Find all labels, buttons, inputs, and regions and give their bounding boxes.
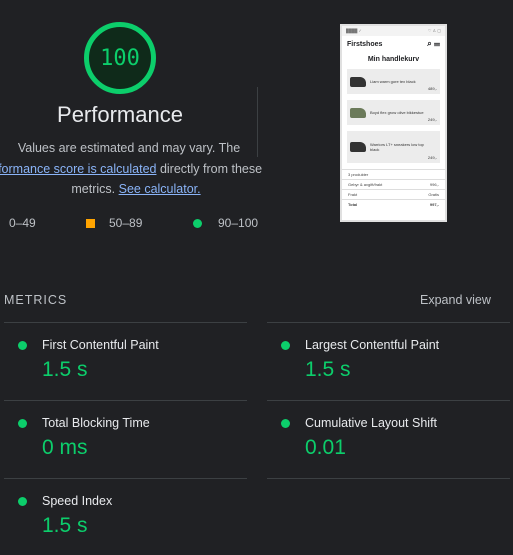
circle-icon <box>18 497 27 506</box>
category-title: Performance <box>57 102 183 127</box>
preview-topbar: ████ ✓ ♡ ♙ ▢ <box>342 26 445 36</box>
metric-label: Speed Index <box>42 494 113 508</box>
expand-view-button[interactable]: Expand view <box>420 293 491 307</box>
metric-label: Cumulative Layout Shift <box>305 416 438 430</box>
circle-icon <box>193 218 202 228</box>
summary-value: 997,- <box>429 202 439 207</box>
search-menu-icon: ⌕ ☰ <box>427 39 440 48</box>
summary-label: Frakt <box>348 192 358 197</box>
divider <box>267 478 510 479</box>
page-screenshot-thumbnail[interactable]: ████ ✓ ♡ ♙ ▢ Firstshoes ⌕ ☰ Min handlekur… <box>340 24 447 222</box>
divider <box>4 478 247 479</box>
divider <box>4 400 247 401</box>
preview-cart-item: Warriors LT+ sneakers low top black 249,… <box>347 131 440 163</box>
circle-icon <box>18 419 27 428</box>
legend-good-label: 90–100 <box>218 216 259 230</box>
summary-value: 996,- <box>429 182 439 187</box>
score-value: 100 <box>100 45 140 71</box>
description-lead-2: metrics. <box>71 182 119 196</box>
preview-summary-row: Frakt Gratis <box>342 189 445 199</box>
score-calculation-link[interactable]: performance score is calculated <box>0 162 156 176</box>
preview-summary-row: Gebyr & avgift/frakt 996,- <box>342 179 445 189</box>
metric-value: 0 ms <box>42 436 88 459</box>
preview-store-name: Firstshoes <box>347 40 383 48</box>
description-mid: directly from these <box>156 161 263 176</box>
circle-icon <box>18 341 27 350</box>
preview-cart-item: Boyd flex grow olive bikkestue 249,- <box>347 100 440 125</box>
legend-poor-label: 0–49 <box>9 216 36 230</box>
score-gauge: 100 <box>84 22 156 94</box>
metric-label: First Contentful Paint <box>42 338 159 352</box>
circle-icon <box>281 341 290 350</box>
summary-label: Gebyr & avgift/frakt <box>348 182 383 187</box>
preview-summary-row: Total 997,- <box>342 199 445 209</box>
description-line-1: Values are estimated and may vary. The <box>17 141 241 155</box>
preview-item-price: 489,- <box>427 86 437 91</box>
preview-summary-row: 3 produkter <box>342 169 445 179</box>
divider <box>4 322 247 323</box>
legend-average-label: 50–89 <box>109 216 143 230</box>
square-icon <box>86 218 95 228</box>
calculator-link[interactable]: See calculator. <box>119 182 201 196</box>
legend-good: 90–100 <box>193 216 258 230</box>
preview-header: Firstshoes ⌕ ☰ <box>342 36 445 52</box>
legend-average: 50–89 <box>86 216 142 230</box>
metric-value: 1.5 s <box>42 514 88 537</box>
metric-value: 0.01 <box>305 436 346 459</box>
score-description: Values are estimated and may vary. The p… <box>0 138 262 200</box>
preview-item-name: Liam warm gore tex black <box>370 79 416 84</box>
preview-page-title: Min handlekurv <box>367 56 420 63</box>
preview-item-price: 249,- <box>427 155 437 160</box>
summary-label: Total <box>348 202 358 207</box>
shoe-image <box>350 107 366 118</box>
metric-label: Total Blocking Time <box>42 416 150 430</box>
divider <box>267 400 510 401</box>
legend-poor: 0–49 <box>9 216 36 230</box>
shoe-image <box>350 76 366 87</box>
divider <box>267 322 510 323</box>
metrics-heading: METRICS <box>4 293 68 307</box>
preview-item-name: Boyd flex grow olive bikkestue <box>370 110 424 115</box>
preview-cart-item: Liam warm gore tex black 489,- <box>347 69 440 94</box>
summary-label: 3 produkter <box>348 172 369 177</box>
vertical-divider <box>257 87 258 157</box>
metric-value: 1.5 s <box>42 358 88 381</box>
metric-label: Largest Contentful Paint <box>305 338 440 352</box>
preview-item-price: 249,- <box>427 117 437 122</box>
summary-value: Gratis <box>428 192 439 197</box>
metric-value: 1.5 s <box>305 358 351 381</box>
circle-icon <box>281 419 290 428</box>
shoe-image <box>350 142 366 152</box>
preview-item-name: Warriors LT+ sneakers low top black <box>370 142 424 152</box>
